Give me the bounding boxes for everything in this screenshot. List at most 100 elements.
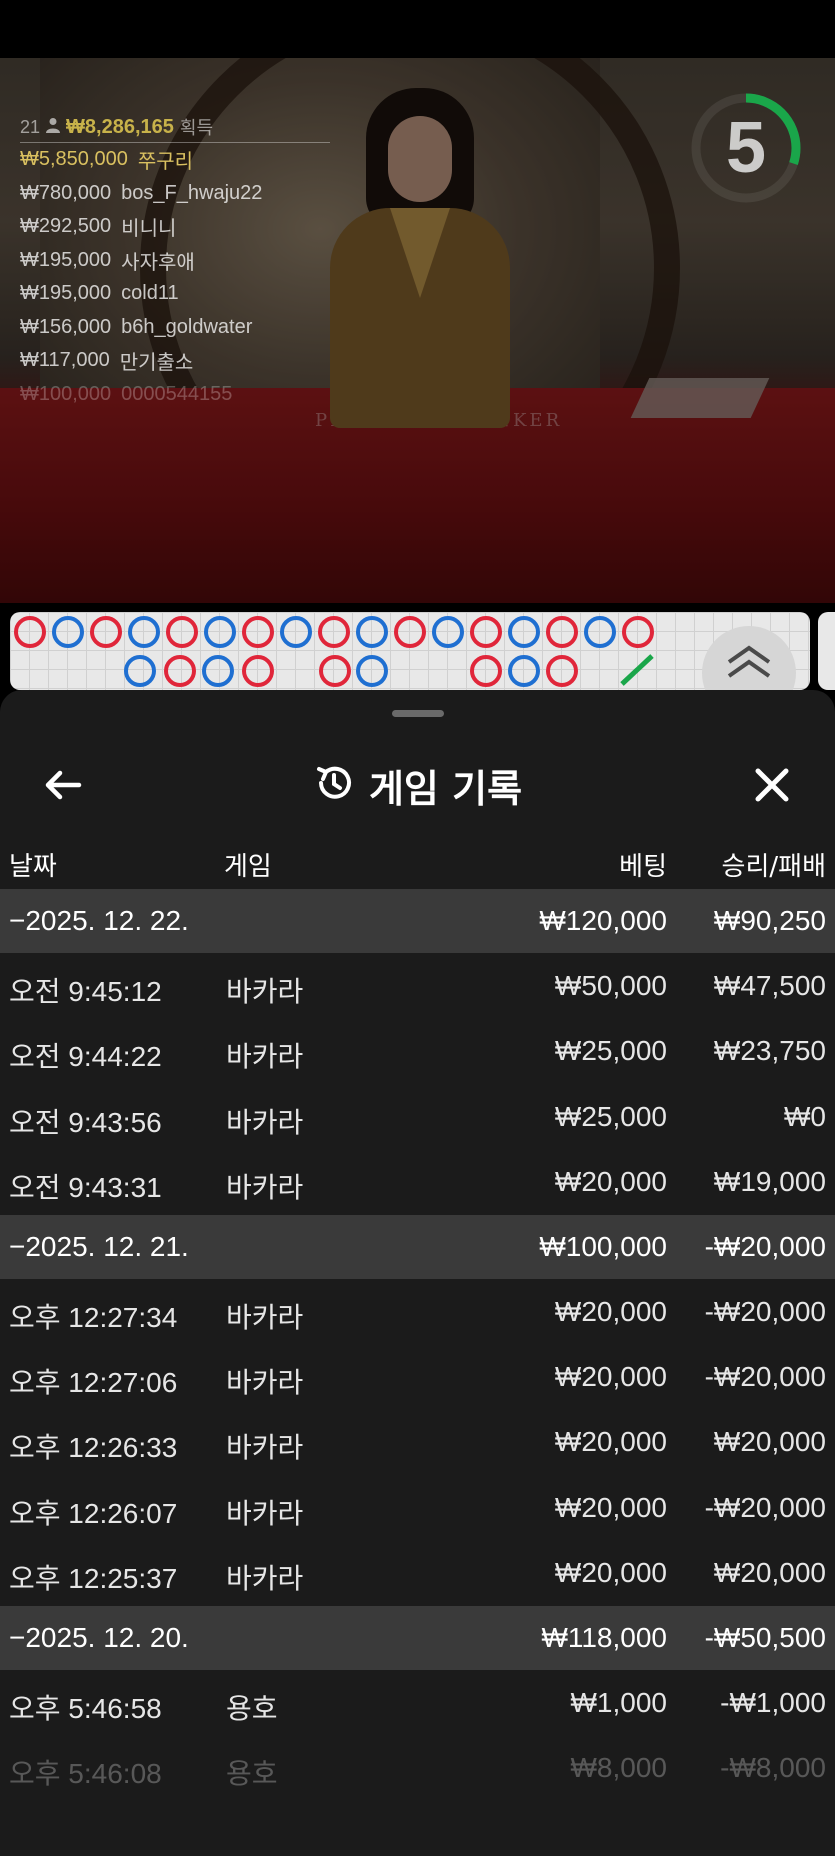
row-game: 바카라 bbox=[226, 1106, 304, 1138]
col-header-result[interactable]: 승리/패배 bbox=[722, 846, 826, 883]
bead-mark bbox=[90, 616, 122, 648]
road-edge bbox=[818, 612, 835, 690]
winner-name: 0000544155 bbox=[121, 382, 233, 405]
row-time: 오후 5:46:58 bbox=[9, 1692, 162, 1724]
row-game: 바카라 bbox=[226, 1432, 304, 1464]
bead-mark bbox=[166, 616, 198, 648]
row-result: ₩20,000 bbox=[713, 1557, 826, 1589]
winners-header: 21 ₩8,286,165 획득 bbox=[20, 112, 330, 143]
row-result: -₩1,000 bbox=[720, 1686, 826, 1718]
row-bet: ₩20,000 bbox=[554, 1166, 667, 1198]
bead-mark bbox=[394, 616, 426, 648]
bead-mark bbox=[128, 616, 160, 648]
row-bet: ₩8,000 bbox=[570, 1751, 668, 1783]
sheet-header: 게임 기록 bbox=[0, 740, 835, 830]
row-game: 바카라 bbox=[226, 1497, 304, 1529]
row-bet: ₩20,000 bbox=[554, 1360, 667, 1392]
group-date: −2025. 12. 20. bbox=[9, 1621, 189, 1653]
row-bet: ₩25,000 bbox=[554, 1035, 667, 1067]
countdown-number: 5 bbox=[725, 108, 767, 188]
winner-row: ₩292,500 비니니 bbox=[20, 210, 330, 244]
row-game: 바카라 bbox=[226, 1366, 304, 1398]
winner-amount: ₩292,500 bbox=[20, 215, 112, 238]
winner-amount: ₩100,000 bbox=[20, 382, 112, 405]
close-icon bbox=[755, 768, 789, 802]
column-headers: 날짜 게임 베팅 승리/패배 bbox=[0, 830, 835, 890]
row-game: 바카라 bbox=[226, 1301, 304, 1333]
row-result: -₩20,000 bbox=[704, 1491, 826, 1523]
winner-name: bos_F_hwaju22 bbox=[121, 181, 263, 204]
row-game: 용호 bbox=[226, 1692, 278, 1724]
bead-mark bbox=[14, 616, 46, 648]
date-group-row[interactable]: −2025. 12. 20. ₩118,000 -₩50,500 bbox=[0, 1605, 835, 1670]
winner-amount: ₩780,000 bbox=[20, 181, 112, 204]
winner-name: cold11 bbox=[121, 282, 179, 305]
winner-name: 만기출소 bbox=[119, 352, 194, 375]
history-row[interactable]: 오후 12:26:33 바카라 ₩20,000 ₩20,000 bbox=[0, 1409, 835, 1474]
winner-row: ₩117,000 만기출소 bbox=[20, 344, 330, 378]
history-row[interactable]: 오전 9:45:12 바카라 ₩50,000 ₩47,500 bbox=[0, 953, 835, 1018]
row-result: ₩47,500 bbox=[713, 970, 826, 1001]
history-row[interactable]: 오후 12:26:07 바카라 ₩20,000 -₩20,000 bbox=[0, 1475, 835, 1540]
row-time: 오후 12:26:07 bbox=[9, 1497, 178, 1529]
history-row[interactable]: 오후 12:27:34 바카라 ₩20,000 -₩20,000 bbox=[0, 1279, 835, 1344]
winners-panel: 21 ₩8,286,165 획득 ₩5,850,000 쭈구리 ₩780,000 bo… bbox=[20, 112, 330, 411]
group-bet-total: ₩118,000 bbox=[541, 1621, 667, 1653]
winner-amount: ₩5,850,000 bbox=[20, 148, 128, 171]
group-date: −2025. 12. 22. bbox=[9, 905, 189, 936]
back-button[interactable] bbox=[30, 760, 96, 810]
bead-mark bbox=[319, 655, 351, 687]
date-group-row[interactable]: −2025. 12. 22. ₩120,000 ₩90,250 bbox=[0, 889, 835, 953]
col-header-bet[interactable]: 베팅 bbox=[619, 846, 667, 883]
history-row[interactable]: 오후 5:46:58 용호 ₩1,000 -₩1,000 bbox=[0, 1670, 835, 1735]
bead-mark bbox=[508, 616, 540, 648]
history-row[interactable]: 오후 5:46:08 용호 ₩8,000 -₩8,000 bbox=[0, 1735, 835, 1800]
bead-mark bbox=[356, 655, 388, 687]
date-group-row[interactable]: −2025. 12. 21. ₩100,000 -₩20,000 bbox=[0, 1214, 835, 1279]
history-row[interactable]: 오후 12:25:37 바카라 ₩20,000 ₩20,000 bbox=[0, 1540, 835, 1605]
row-bet: ₩20,000 bbox=[554, 1491, 667, 1523]
winner-amount: ₩156,000 bbox=[20, 315, 112, 338]
bead-mark bbox=[584, 616, 616, 648]
drag-handle[interactable] bbox=[392, 710, 444, 717]
close-button[interactable] bbox=[738, 758, 806, 812]
row-time: 오후 12:26:33 bbox=[9, 1432, 178, 1464]
tie-mark bbox=[620, 654, 654, 686]
row-game: 바카라 bbox=[226, 976, 304, 1007]
row-time: 오전 9:44:22 bbox=[9, 1041, 162, 1073]
history-row[interactable]: 오전 9:43:31 바카라 ₩20,000 ₩19,000 bbox=[0, 1149, 835, 1214]
row-time: 오후 12:25:37 bbox=[9, 1563, 178, 1595]
col-header-date[interactable]: 날짜 bbox=[9, 846, 57, 883]
winner-name: b6h_goldwater bbox=[121, 315, 253, 338]
bead-road[interactable] bbox=[10, 612, 810, 690]
winner-amount: ₩195,000 bbox=[20, 282, 112, 305]
history-row[interactable]: 오후 12:27:06 바카라 ₩20,000 -₩20,000 bbox=[0, 1344, 835, 1409]
row-bet: ₩1,000 bbox=[570, 1686, 668, 1718]
bead-mark bbox=[280, 616, 312, 648]
row-game: 용호 bbox=[226, 1757, 278, 1789]
winner-row: ₩195,000 cold11 bbox=[20, 277, 330, 311]
winner-amount: ₩117,000 bbox=[20, 349, 110, 372]
history-list: −2025. 12. 22. ₩120,000 ₩90,250 오전 9:45:12 바… bbox=[0, 889, 835, 1800]
winner-row: ₩195,000 사자후애 bbox=[20, 244, 330, 278]
history-row[interactable]: 오전 9:43:56 바카라 ₩25,000 ₩0 bbox=[0, 1084, 835, 1149]
row-result: ₩0 bbox=[784, 1100, 826, 1132]
bead-mark bbox=[470, 616, 502, 648]
user-icon bbox=[46, 117, 61, 138]
bead-mark bbox=[202, 655, 234, 687]
row-time: 오전 9:43:31 bbox=[9, 1172, 162, 1204]
bead-mark bbox=[52, 616, 84, 648]
row-game: 바카라 bbox=[226, 1041, 304, 1073]
bead-mark bbox=[242, 655, 274, 687]
row-time: 오후 12:27:06 bbox=[9, 1366, 178, 1398]
winner-row: ₩156,000 b6h_goldwater bbox=[20, 311, 330, 345]
bead-mark bbox=[546, 655, 578, 687]
row-result: ₩19,000 bbox=[713, 1166, 826, 1198]
winner-row: ₩5,850,000 쭈구리 bbox=[20, 143, 330, 177]
bead-mark bbox=[124, 655, 156, 687]
top-bar bbox=[0, 0, 835, 58]
col-header-game[interactable]: 게임 bbox=[224, 846, 272, 883]
row-bet: ₩20,000 bbox=[554, 1557, 667, 1589]
history-row[interactable]: 오전 9:44:22 바카라 ₩25,000 ₩23,750 bbox=[0, 1018, 835, 1083]
bead-road-marks bbox=[14, 616, 654, 687]
